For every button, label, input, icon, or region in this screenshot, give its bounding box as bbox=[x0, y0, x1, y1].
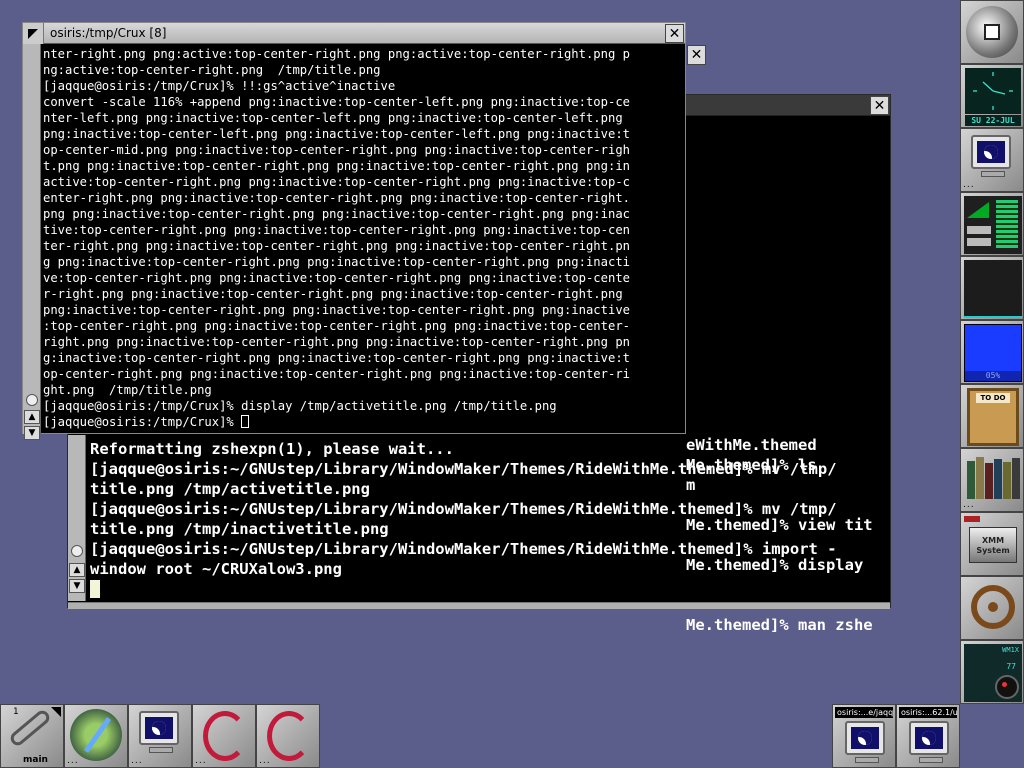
terminal-app-icon[interactable]: ... bbox=[960, 128, 1024, 192]
mixer-value: 77 bbox=[1006, 662, 1016, 671]
miniaturize-icon[interactable] bbox=[23, 22, 44, 44]
minimized-terminal-label: osiris:...e/jaqque bbox=[835, 707, 893, 718]
ship-wheel-app-icon[interactable] bbox=[960, 576, 1024, 640]
terminal-line: t.png png:inactive:top-center-right.png … bbox=[43, 159, 630, 173]
terminal-line: convert -scale 116% +append png:inactive… bbox=[43, 95, 630, 109]
terminal-line: g png:inactive:top-center-right.png png:… bbox=[43, 255, 630, 269]
terminal-line: nter-right.png png:active:top-center-rig… bbox=[43, 47, 630, 61]
terminal-launcher-icon[interactable]: ... bbox=[128, 704, 192, 768]
terminal-line: title.png /tmp/inactivetitle.png bbox=[90, 520, 389, 538]
crux-window-scrollbar[interactable]: ▲ ▼ bbox=[23, 44, 41, 440]
terminal-line: nter-left.png png:inactive:top-center-le… bbox=[43, 111, 623, 125]
terminal-line: r-right.png png:inactive:top-center-righ… bbox=[43, 287, 623, 301]
close-icon[interactable]: ✕ bbox=[687, 45, 706, 65]
workspace-number: 1 bbox=[13, 707, 19, 717]
terminal-line: active:top-center-right.png png:inactive… bbox=[43, 175, 630, 189]
mixer-knob-icon[interactable] bbox=[995, 675, 1019, 699]
terminal-line: title.png /tmp/activetitle.png bbox=[90, 480, 370, 498]
terminal-line: ght.png /tmp/title.png bbox=[43, 383, 212, 397]
terminal-line: tive:top-center-right.png png:inactive:t… bbox=[43, 223, 630, 237]
terminal-line: g:inactive:top-center-right.png png:inac… bbox=[43, 351, 630, 365]
debian-swirl-icon bbox=[203, 711, 247, 761]
terminal-line: Me.themed]% man zshe bbox=[686, 616, 873, 634]
scroll-knob[interactable] bbox=[71, 545, 83, 557]
cpu-load-dockapp[interactable]: 05% bbox=[960, 320, 1024, 384]
terminal-line: :top-center-right.png png:inactive:top-c… bbox=[43, 319, 630, 333]
workspace-name: main bbox=[23, 755, 48, 765]
background-window-resizebar[interactable] bbox=[68, 602, 890, 609]
terminal-line: ve:top-center-right.png png:inactive:top… bbox=[43, 271, 630, 285]
prompt-line[interactable] bbox=[90, 579, 890, 599]
minimized-terminal-label: osiris:...62.1/util bbox=[899, 707, 957, 718]
debian-swirl-icon bbox=[267, 711, 311, 761]
terminal-window-crux[interactable]: osiris:/tmp/Crux [8] ✕ ▲ ▼ nter-right.pn… bbox=[22, 22, 686, 440]
terminal-line: Reformatting zshexpn(1), please wait... bbox=[90, 440, 454, 458]
clip-arrow-icon[interactable] bbox=[51, 707, 61, 717]
terminal-line: [jaqque@osiris:~/GNUstep/Library/WindowM… bbox=[90, 540, 837, 558]
crux-terminal-output: nter-right.png png:active:top-center-rig… bbox=[43, 46, 685, 434]
scroll-down-arrow-icon[interactable]: ▼ bbox=[69, 579, 85, 593]
windowmaker-dock-icon[interactable] bbox=[960, 0, 1024, 64]
minimized-terminal-1[interactable]: osiris:...e/jaqque bbox=[832, 704, 896, 768]
background-window-scrollbar[interactable]: ▲ ▼ bbox=[68, 435, 86, 601]
window-title: osiris:/tmp/Crux [8] bbox=[50, 26, 167, 40]
terminal-line: png png:inactive:top-center-right.png pn… bbox=[43, 207, 630, 221]
terminal-line: png:inactive:top-center-right.png png:in… bbox=[43, 303, 630, 317]
books-app-icon[interactable]: ... bbox=[960, 448, 1024, 512]
terminal-line: [jaqque@osiris:~/GNUstep/Library/WindowM… bbox=[90, 460, 837, 478]
workspace-clip[interactable]: 1 main bbox=[0, 704, 64, 768]
terminal-line: [jaqque@osiris:/tmp/Crux]% !!:gs^active^… bbox=[43, 79, 396, 93]
text-cursor bbox=[241, 415, 250, 428]
close-icon[interactable]: ✕ bbox=[870, 96, 889, 115]
minimized-terminal-2[interactable]: osiris:...62.1/util bbox=[896, 704, 960, 768]
terminal-line: enter-right.png png:inactive:top-center-… bbox=[43, 191, 630, 205]
mixer-label: WM1X bbox=[1002, 646, 1019, 654]
debian-app-icon[interactable]: ... bbox=[192, 704, 256, 768]
terminal-line: [jaqque@osiris:~/GNUstep/Library/WindowM… bbox=[90, 500, 837, 518]
todo-label: TO DO bbox=[976, 393, 1010, 403]
terminal-line: ng:active:top-center-right.png /tmp/titl… bbox=[43, 63, 381, 77]
terminal-line: [jaqque@osiris:/tmp/Crux]% display /tmp/… bbox=[43, 399, 557, 413]
xmms-label: XMM System bbox=[976, 536, 1010, 555]
terminal-line: window root ~/CRUXalow3.png bbox=[90, 560, 342, 578]
scroll-knob[interactable] bbox=[26, 394, 38, 406]
xmms-app-icon[interactable]: XMM System bbox=[960, 512, 1024, 576]
terminal-line: png:inactive:top-center-left.png png:ina… bbox=[43, 127, 630, 141]
debian-app-icon-2[interactable]: ... bbox=[256, 704, 320, 768]
terminal-line: op-center-mid.png png:inactive:top-cente… bbox=[43, 143, 630, 157]
paint-app-icon[interactable]: ... bbox=[64, 704, 128, 768]
clock-icon bbox=[973, 72, 1013, 110]
scroll-up-arrow-icon[interactable]: ▲ bbox=[24, 410, 40, 424]
todo-notepad-dockapp[interactable]: TO DO bbox=[960, 384, 1024, 448]
scroll-up-arrow-icon[interactable]: ▲ bbox=[69, 563, 85, 577]
background-window-titlebar[interactable]: ✕ bbox=[686, 95, 890, 116]
mixer-dockapp[interactable]: WM1X 77 bbox=[960, 640, 1024, 704]
close-icon[interactable]: ✕ bbox=[665, 24, 684, 43]
terminal-line: ter-right.png png:inactive:top-center-ri… bbox=[43, 239, 630, 253]
background-terminal-output: Reformatting zshexpn(1), please wait... [… bbox=[90, 439, 890, 599]
terminal-line: op-center-right.png png:inactive:top-cen… bbox=[43, 367, 630, 381]
scroll-down-arrow-icon[interactable]: ▼ bbox=[24, 426, 40, 440]
volume-dockapp[interactable] bbox=[960, 192, 1024, 256]
crux-window-titlebar[interactable]: osiris:/tmp/Crux [8] ✕ bbox=[23, 22, 685, 44]
clock-dockapp[interactable]: SU 22-JUL bbox=[960, 64, 1024, 128]
cpu-percent: 05% bbox=[965, 371, 1021, 381]
terminal-line: right.png png:inactive:top-center-right.… bbox=[43, 335, 630, 349]
text-cursor bbox=[90, 580, 100, 598]
network-load-dockapp[interactable] bbox=[960, 256, 1024, 320]
clock-date: SU 22-JUL bbox=[965, 115, 1021, 126]
terminal-line: [jaqque@osiris:/tmp/Crux]% bbox=[43, 414, 685, 430]
